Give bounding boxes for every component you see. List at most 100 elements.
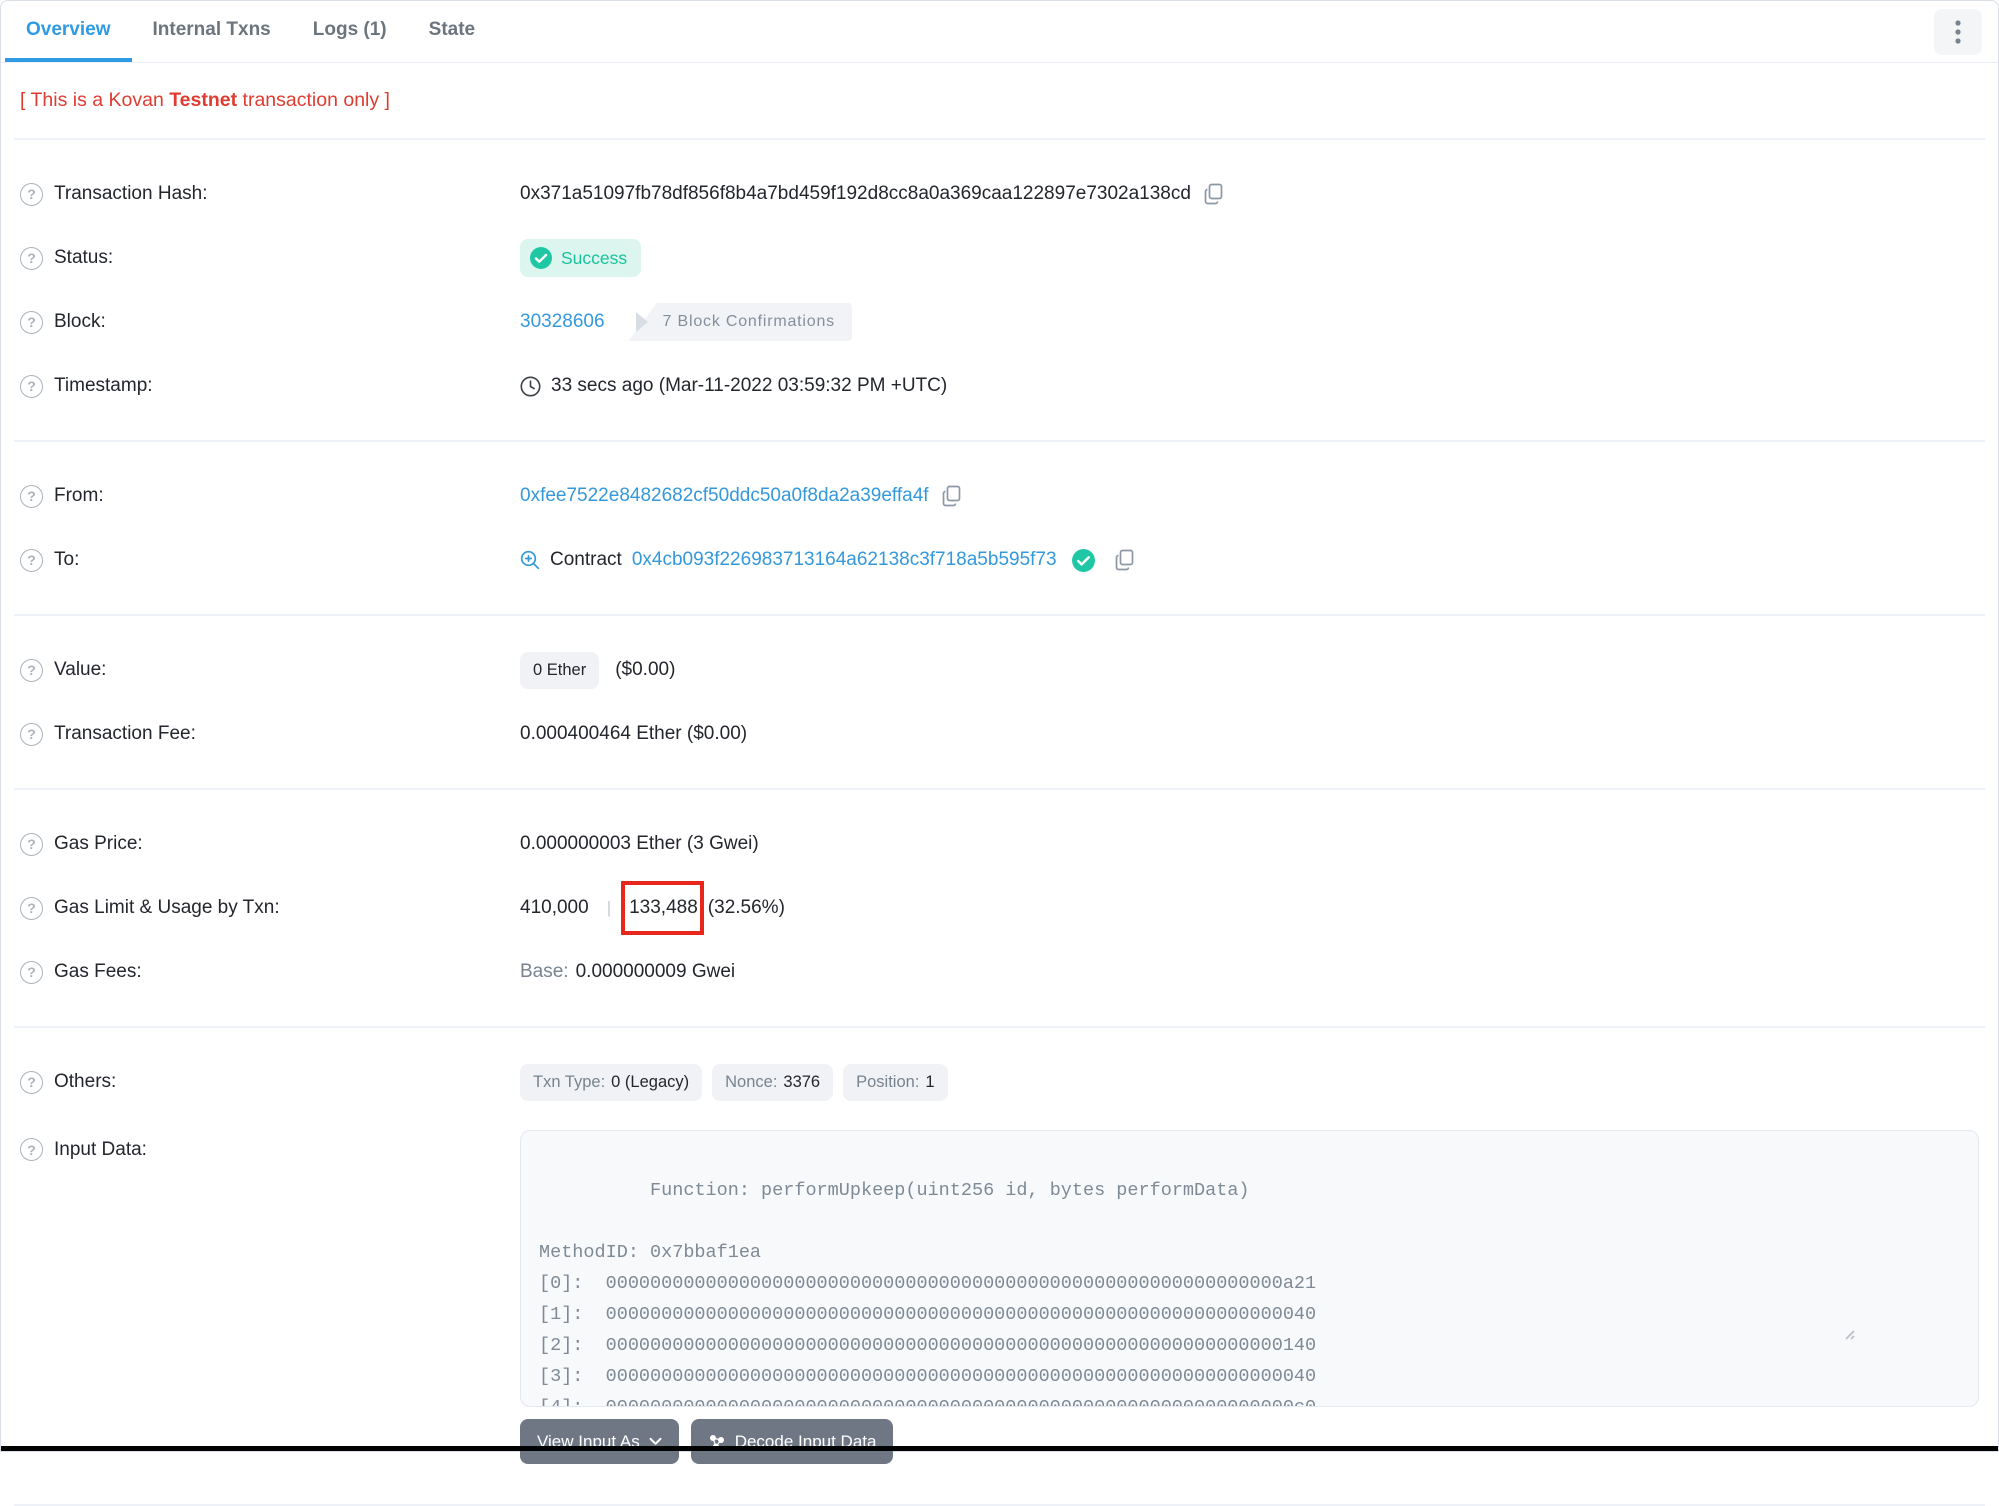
badge-value: 0 (Legacy) — [611, 1072, 690, 1091]
clock-icon — [520, 376, 541, 397]
row-timestamp: ? Timestamp: 33 secs ago (Mar-11-2022 03… — [1, 354, 1998, 418]
badge-key: Txn Type: — [533, 1072, 606, 1091]
tab-overview[interactable]: Overview — [5, 1, 132, 62]
kebab-icon — [1955, 19, 1961, 45]
row-label-text: Block: — [54, 311, 106, 332]
help-icon[interactable]: ? — [20, 1070, 43, 1094]
block-confirmations-badge: 7 Block Confirmations — [628, 303, 852, 341]
help-icon[interactable]: ? — [20, 722, 43, 746]
row-others: ? Others: Txn Type: 0 (Legacy) Nonce: 33… — [1, 1050, 1998, 1114]
row-value: ? Value: 0 Ether ($0.00) — [1, 638, 1998, 702]
section-divider — [14, 440, 1985, 442]
copy-icon[interactable] — [1201, 183, 1226, 205]
row-input-data: ? Input Data: Function: performUpkeep(ui… — [1, 1114, 1998, 1474]
badge-value: 3376 — [783, 1072, 821, 1091]
badge-value: 1 — [925, 1072, 935, 1091]
zoom-in-icon[interactable] — [520, 550, 540, 570]
base-fee-value: 0.000000009 Gwei — [575, 961, 736, 982]
help-icon[interactable]: ? — [20, 548, 43, 572]
help-icon[interactable]: ? — [20, 1138, 43, 1161]
tab-state[interactable]: State — [408, 1, 496, 62]
help-icon[interactable]: ? — [20, 832, 43, 856]
tab-logs[interactable]: Logs (1) — [292, 1, 408, 62]
status-badge: Success — [520, 239, 642, 277]
row-label-text: Others: — [54, 1071, 117, 1092]
gas-used-value: 133,488 — [629, 897, 698, 918]
section-others-input: ? Others: Txn Type: 0 (Legacy) Nonce: 33… — [1, 1046, 1998, 1478]
row-label-text: Transaction Fee: — [54, 723, 196, 744]
input-data-textarea[interactable]: Function: performUpkeep(uint256 id, byte… — [520, 1130, 1979, 1407]
verified-check-icon — [1071, 548, 1096, 573]
row-label-text: Status: — [54, 247, 114, 268]
help-icon[interactable]: ? — [20, 182, 43, 206]
row-label-text: Timestamp: — [54, 375, 153, 396]
ether-value-badge: 0 Ether — [520, 651, 600, 689]
badge-key: Nonce: — [725, 1072, 778, 1091]
row-label-text: Input Data: — [54, 1138, 147, 1160]
nonce-badge: Nonce: 3376 — [712, 1063, 834, 1101]
block-number-link[interactable]: 30328606 — [520, 311, 605, 333]
row-status: ? Status: Success — [1, 226, 1998, 290]
status-text: Success — [561, 247, 628, 268]
usd-value: ($0.00) — [615, 659, 676, 680]
section-divider — [14, 614, 1985, 616]
copy-icon[interactable] — [1112, 549, 1137, 571]
check-circle-icon — [529, 246, 553, 270]
resize-handle[interactable] — [1841, 1264, 1974, 1402]
tab-bar: Overview Internal Txns Logs (1) State — [1, 1, 1998, 63]
row-label-text: Gas Price: — [54, 833, 143, 854]
view-input-as-button[interactable]: View Input As — [520, 1419, 679, 1464]
input-data-content: Function: performUpkeep(uint256 id, byte… — [539, 1180, 1317, 1406]
row-transaction-fee: ? Transaction Fee: 0.000400464 Ether ($0… — [1, 702, 1998, 766]
section-divider — [14, 1026, 1985, 1028]
warning-bold-text: Testnet — [169, 89, 238, 111]
tab-internal-txns[interactable]: Internal Txns — [132, 1, 292, 62]
row-label-text: Value: — [54, 659, 107, 680]
row-label-text: From: — [54, 485, 104, 506]
to-address-link[interactable]: 0x4cb093f226983713164a62138c3f718a5b595f… — [632, 549, 1057, 571]
help-icon[interactable]: ? — [20, 960, 43, 984]
position-badge: Position: 1 — [843, 1063, 948, 1101]
from-address-link[interactable]: 0xfee7522e8482682cf50ddc50a0f8da2a39effa… — [520, 485, 929, 507]
txn-type-badge: Txn Type: 0 (Legacy) — [520, 1063, 703, 1101]
section-summary: ? Transaction Hash: 0x371a51097fb78df856… — [1, 158, 1998, 422]
badge-key: Position: — [856, 1072, 920, 1091]
section-divider — [14, 138, 1985, 140]
row-label-text: Transaction Hash: — [54, 183, 208, 204]
base-fee-label: Base: — [520, 961, 569, 982]
section-divider — [14, 788, 1985, 790]
testnet-warning: [ This is a Kovan Testnet transaction on… — [1, 63, 1998, 120]
gas-price-value: 0.000000003 Ether (3 Gwei) — [520, 833, 759, 854]
decode-input-data-button[interactable]: Decode Input Data — [690, 1419, 894, 1464]
help-icon[interactable]: ? — [20, 658, 43, 682]
help-icon[interactable]: ? — [20, 484, 43, 508]
help-icon[interactable]: ? — [20, 246, 43, 270]
row-label-text: To: — [54, 549, 80, 570]
section-gas: ? Gas Price: 0.000000003 Ether (3 Gwei) … — [1, 808, 1998, 1008]
row-gas-price: ? Gas Price: 0.000000003 Ether (3 Gwei) — [1, 812, 1998, 876]
chevron-down-icon — [649, 1437, 662, 1446]
to-contract-prefix: Contract — [550, 549, 622, 570]
warning-text: [ This is a Kovan — [20, 89, 170, 111]
help-icon[interactable]: ? — [20, 896, 43, 920]
row-block: ? Block: 30328606 7 Block Confirmations — [1, 290, 1998, 354]
row-gas-limit-usage: ? Gas Limit & Usage by Txn: 410,000 | 13… — [1, 876, 1998, 940]
block-confirmations-text: 7 Block Confirmations — [628, 303, 852, 341]
help-icon[interactable]: ? — [20, 310, 43, 334]
transaction-overview-card: Overview Internal Txns Logs (1) State [ … — [0, 0, 1999, 1506]
help-icon[interactable]: ? — [20, 374, 43, 398]
transaction-hash-value: 0x371a51097fb78df856f8b4a7bd459f192d8cc8… — [520, 183, 1191, 204]
gas-used-percent: (32.56%) — [707, 897, 785, 918]
row-transaction-hash: ? Transaction Hash: 0x371a51097fb78df856… — [1, 162, 1998, 226]
row-from: ? From: 0xfee7522e8482682cf50ddc50a0f8da… — [1, 464, 1998, 528]
window-bottom-edge — [1, 1446, 1998, 1451]
section-parties: ? From: 0xfee7522e8482682cf50ddc50a0f8da… — [1, 460, 1998, 596]
copy-icon[interactable] — [939, 485, 964, 507]
more-options-button[interactable] — [1934, 9, 1982, 55]
warning-text: transaction only ] — [237, 89, 390, 111]
timestamp-value: 33 secs ago (Mar-11-2022 03:59:32 PM +UT… — [551, 375, 948, 396]
section-value: ? Value: 0 Ether ($0.00) ? Transaction F… — [1, 634, 1998, 770]
row-gas-fees: ? Gas Fees: Base: 0.000000009 Gwei — [1, 940, 1998, 1004]
value-separator: | — [606, 898, 612, 917]
gas-limit-value: 410,000 — [520, 897, 589, 918]
